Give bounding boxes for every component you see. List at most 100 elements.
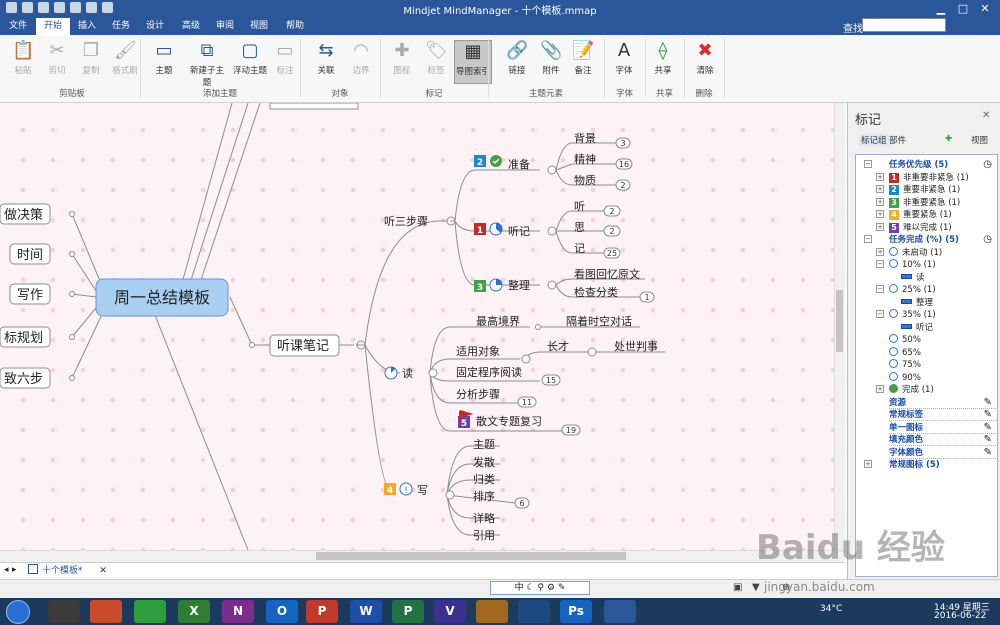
- panel-tab-parts[interactable]: 部件: [889, 134, 906, 146]
- marker-row[interactable]: 75%: [889, 359, 996, 371]
- marker-row[interactable]: 65%: [889, 346, 996, 359]
- marker-row[interactable]: +5 难以完成 (1): [876, 222, 996, 234]
- expand-icon[interactable]: +: [864, 460, 872, 468]
- marker-row[interactable]: +4 重要紧急 (1): [876, 209, 996, 221]
- filter-icon[interactable]: ▼: [752, 582, 760, 593]
- marker-row[interactable]: 读: [901, 272, 996, 284]
- marker-row[interactable]: 常规标签 ✎: [889, 409, 996, 421]
- tab-help[interactable]: 帮助: [280, 18, 310, 35]
- relationship-button[interactable]: ⇆ 关联: [312, 40, 340, 84]
- marker-row[interactable]: 字体颜色 ✎: [889, 447, 996, 459]
- panel-view-menu[interactable]: 视图: [971, 134, 988, 146]
- topic-theme[interactable]: 主题: [473, 438, 495, 451]
- tab-scroll-right-icon[interactable]: ▸: [12, 565, 17, 575]
- topic-organize[interactable]: 整理: [508, 278, 530, 292]
- clear-button[interactable]: ✖ 清除: [692, 40, 718, 84]
- topic-record[interactable]: 记: [574, 242, 585, 255]
- marker-row[interactable]: − 35% (1): [876, 309, 996, 321]
- collapse-icon[interactable]: −: [876, 260, 884, 268]
- panel-tab-marker-groups[interactable]: 标记组: [859, 134, 889, 146]
- marker-row[interactable]: 50%: [889, 334, 996, 346]
- expand-icon[interactable]: +: [876, 185, 884, 193]
- collapse-icon[interactable]: −: [864, 160, 872, 168]
- expand-icon[interactable]: +: [876, 222, 884, 231]
- font-button[interactable]: A 字体: [612, 40, 636, 84]
- tab-review[interactable]: 审阅: [212, 18, 238, 35]
- marker-row[interactable]: − 任务优先级 (5) ◷: [864, 159, 996, 171]
- close-icon[interactable]: ✕: [974, 0, 996, 17]
- add-marker-icon[interactable]: ✚: [945, 134, 952, 144]
- expand-icon[interactable]: +: [876, 247, 884, 256]
- cut-button[interactable]: ✂ 剪切: [44, 40, 70, 84]
- callout-button[interactable]: ▭ 标注: [272, 40, 298, 84]
- taskbar-app-icon[interactable]: [48, 600, 80, 623]
- collapse-icon[interactable]: −: [864, 235, 872, 243]
- marker-row[interactable]: + 常规图标 (5): [864, 459, 996, 471]
- taskbar-app-icon[interactable]: Ps: [560, 600, 592, 623]
- notes-button[interactable]: 📝 备注: [570, 40, 596, 84]
- taskbar-app-icon[interactable]: X: [178, 600, 210, 623]
- subtopic-button[interactable]: ⧉ 新建子主题: [186, 40, 228, 88]
- topic-background[interactable]: 背景: [574, 131, 596, 145]
- topic-judgement[interactable]: 处世判事: [614, 340, 658, 353]
- topic-audience[interactable]: 适用对象: [456, 344, 500, 358]
- marker-row[interactable]: + 未启动 (1): [876, 246, 996, 259]
- paste-button[interactable]: 📋 粘贴: [10, 40, 36, 84]
- topic-button[interactable]: ▭ 主题: [152, 40, 176, 84]
- taskbar-app-icon[interactable]: [476, 600, 508, 623]
- tab-advanced[interactable]: 高级: [176, 18, 206, 35]
- topic-order[interactable]: 排序: [473, 489, 495, 503]
- taskbar-app-icon[interactable]: [518, 600, 550, 623]
- taskbar-app-icon[interactable]: N: [222, 600, 254, 623]
- view-mode-icon[interactable]: ▣: [733, 582, 742, 593]
- topic-fixed-reading[interactable]: 固定程序阅读: [456, 365, 522, 379]
- topic-listen[interactable]: 听: [574, 200, 585, 213]
- expand-icon[interactable]: +: [876, 172, 884, 181]
- branch-read[interactable]: 读: [402, 366, 413, 380]
- taskbar-app-icon[interactable]: P: [392, 600, 424, 623]
- marker-row[interactable]: 填充颜色 ✎: [889, 434, 996, 446]
- share-button[interactable]: ⟠ 共享: [650, 40, 676, 84]
- marker-row[interactable]: + 完成 (1): [876, 384, 996, 396]
- taskbar-app-icon[interactable]: V: [434, 600, 466, 623]
- marker-row[interactable]: +2 重要非紧急 (1): [876, 184, 996, 196]
- tab-view[interactable]: 视图: [246, 18, 272, 35]
- branch-listen[interactable]: 听三步骤: [384, 215, 428, 228]
- boundary-button[interactable]: ◠ 边界: [348, 40, 374, 84]
- start-button[interactable]: [6, 600, 30, 624]
- tab-insert[interactable]: 插入: [74, 18, 100, 35]
- taskbar-app-icon[interactable]: P: [306, 600, 338, 623]
- expand-icon[interactable]: +: [876, 385, 884, 393]
- tag-button[interactable]: 🏷 标签: [424, 40, 448, 84]
- tab-close-icon[interactable]: ✕: [99, 566, 107, 576]
- left-topic-3[interactable]: 写作: [17, 288, 43, 303]
- marker-row[interactable]: 听记: [901, 322, 996, 334]
- topic-diverge[interactable]: 发散: [473, 455, 495, 469]
- map-canvas[interactable]: 3 16 2 2 2 25 1 15 11 19 6 做决策 时间 写作 标规划…: [0, 103, 845, 550]
- format-painter-button[interactable]: 🖌 格式刷: [110, 40, 140, 84]
- tab-task[interactable]: 任务: [108, 18, 134, 35]
- tab-file[interactable]: 文件: [6, 18, 30, 35]
- topic-check[interactable]: 检查分类: [574, 285, 618, 299]
- branch-write[interactable]: 写: [417, 484, 428, 497]
- left-topic-4[interactable]: 标规划: [4, 331, 43, 346]
- horizontal-scroll-thumb[interactable]: [316, 552, 626, 560]
- vertical-scroll-thumb[interactable]: [836, 290, 843, 352]
- taskbar-app-icon[interactable]: [604, 600, 636, 623]
- marker-row[interactable]: − 任务完成 (%) (5) ◷: [864, 234, 996, 246]
- attachment-button[interactable]: 📎 附件: [538, 40, 564, 84]
- panel-close-icon[interactable]: ✕: [982, 110, 990, 121]
- collapse-icon[interactable]: −: [876, 310, 884, 318]
- topic-material[interactable]: 物质: [574, 173, 596, 187]
- topic-prose[interactable]: 散文专题复习: [476, 414, 542, 428]
- link-button[interactable]: 🔗 链接: [504, 40, 530, 84]
- tab-design[interactable]: 设计: [142, 18, 168, 35]
- left-topic-5[interactable]: 致六步: [4, 372, 43, 387]
- topic-note[interactable]: 听记: [508, 225, 530, 238]
- central-topic[interactable]: 周一总结模板: [114, 288, 210, 307]
- marker-row[interactable]: 90%: [889, 371, 996, 384]
- taskbar-app-icon[interactable]: [90, 600, 122, 623]
- topic-review[interactable]: 看图回忆原文: [574, 267, 640, 281]
- minimize-icon[interactable]: ▁: [930, 0, 952, 17]
- document-tab[interactable]: 十个模板* ✕: [28, 563, 107, 576]
